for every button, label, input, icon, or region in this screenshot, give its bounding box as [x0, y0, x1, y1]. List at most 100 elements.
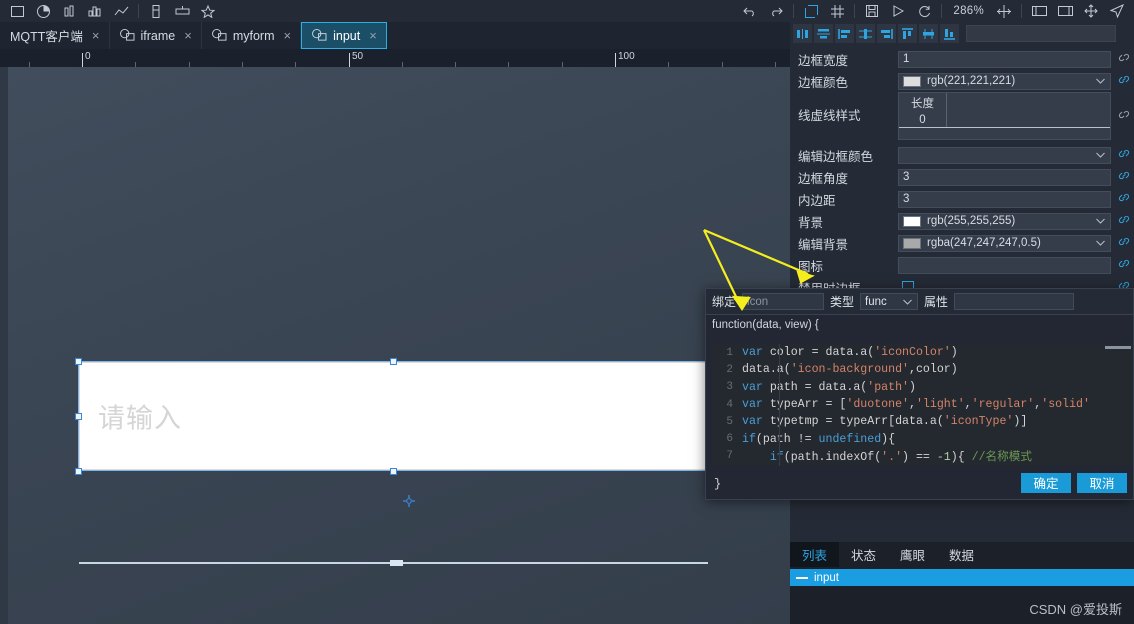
- property-field[interactable]: rgb(255,255,255): [898, 212, 1111, 230]
- tab-iframe[interactable]: iframe ×: [110, 22, 202, 49]
- slider-icon[interactable]: [169, 1, 195, 21]
- align-top-icon[interactable]: [898, 24, 917, 43]
- code-line: 2 data.a('icon-background',color): [712, 361, 1133, 378]
- property-field[interactable]: 1: [898, 50, 1111, 68]
- fit-width-icon[interactable]: [1026, 1, 1052, 21]
- line-number: 5: [726, 415, 733, 428]
- code-area[interactable]: 1 var color = data.a('iconColor') 2 data.a(…: [712, 344, 1133, 466]
- bottom-tab-状态[interactable]: 状态: [839, 542, 888, 567]
- code-scrollbar-thumb[interactable]: [1105, 346, 1131, 349]
- function-signature: function(data, view) {: [706, 315, 1133, 334]
- tab-close-icon[interactable]: ×: [184, 28, 192, 43]
- link-toggle[interactable]: [1114, 72, 1134, 90]
- rotation-anchor-icon[interactable]: [403, 494, 415, 507]
- code-line: 1 var color = data.a('iconColor'): [712, 344, 1133, 361]
- column-chart-icon[interactable]: [82, 1, 108, 21]
- property-field[interactable]: 3: [898, 190, 1111, 208]
- attr-input[interactable]: [954, 293, 1075, 310]
- property-field[interactable]: rgba(247,247,247,0.5): [898, 234, 1111, 252]
- link-toggle[interactable]: [1114, 256, 1134, 274]
- color-swatch[interactable]: [903, 75, 921, 87]
- play-icon[interactable]: [885, 1, 911, 21]
- color-swatch[interactable]: [903, 215, 921, 227]
- line-number: 3: [726, 381, 733, 394]
- vertical-ruler[interactable]: [0, 67, 8, 624]
- property-label: 图标: [798, 259, 824, 274]
- tab-input[interactable]: input ×: [301, 22, 387, 49]
- canvas-horizontal-scrollbar[interactable]: [79, 560, 708, 567]
- chain-broken-icon: [1118, 53, 1130, 62]
- tab-close-icon[interactable]: ×: [284, 28, 292, 43]
- tab-myform[interactable]: myform ×: [202, 22, 302, 49]
- design-canvas[interactable]: 请输入: [0, 67, 790, 624]
- tab-bar: MQTT客户端 × iframe × myform × input ×: [0, 22, 790, 49]
- code-text: var typeArr = ['duotone','light','regula…: [742, 398, 1090, 412]
- line-chart-icon[interactable]: [108, 1, 134, 21]
- align-extra-field[interactable]: [966, 25, 1116, 42]
- toolbar-right-group: 286%: [737, 0, 1130, 22]
- rect-icon[interactable]: [4, 1, 30, 21]
- align-bottom-icon[interactable]: [940, 24, 959, 43]
- code-lines: 1 var color = data.a('iconColor') 2 data.a(…: [712, 344, 1133, 466]
- property-field[interactable]: [898, 256, 1111, 274]
- bar-chart-icon[interactable]: [56, 1, 82, 21]
- align-middle-horizontal-icon[interactable]: [814, 24, 833, 43]
- link-toggle[interactable]: [1114, 212, 1134, 230]
- tab-MQTT客户端[interactable]: MQTT客户端 ×: [0, 22, 110, 49]
- ruler-label: 0: [85, 51, 91, 62]
- property-field[interactable]: [898, 146, 1111, 164]
- property-row: 编辑背景 rgba(247,247,247,0.5): [790, 232, 1134, 254]
- center-icon[interactable]: [991, 1, 1017, 21]
- property-field[interactable]: rgb(221,221,221): [898, 72, 1111, 90]
- input-widget[interactable]: 请输入: [79, 362, 707, 470]
- align-right-icon[interactable]: [877, 24, 896, 43]
- star-icon[interactable]: [195, 1, 221, 21]
- move-icon[interactable]: [1078, 1, 1104, 21]
- horizontal-ruler[interactable]: 0 50 100: [0, 49, 790, 67]
- distribute-vertical-icon[interactable]: [856, 24, 875, 43]
- property-field[interactable]: 3: [898, 168, 1111, 186]
- distribute-horizontal-icon[interactable]: [919, 24, 938, 43]
- refresh-icon[interactable]: [911, 1, 937, 21]
- bottom-tab-数据[interactable]: 数据: [937, 542, 986, 567]
- redo-icon[interactable]: [763, 1, 789, 21]
- link-toggle[interactable]: [1114, 50, 1134, 68]
- align-toolbar: [790, 22, 1134, 45]
- list-item[interactable]: input: [790, 569, 1134, 586]
- tab-close-icon[interactable]: ×: [369, 28, 377, 43]
- cancel-button[interactable]: 取消: [1077, 472, 1127, 493]
- bottom-tab-鹰眼[interactable]: 鹰眼: [888, 542, 937, 567]
- gauge-icon[interactable]: [143, 1, 169, 21]
- type-select[interactable]: func: [860, 293, 919, 310]
- undo-icon[interactable]: [737, 1, 763, 21]
- link-toggle[interactable]: [1114, 92, 1134, 140]
- code-indent-guide: [779, 344, 780, 466]
- bottom-tab-列表[interactable]: 列表: [790, 542, 840, 567]
- link-toggle[interactable]: [1114, 234, 1134, 252]
- confirm-button[interactable]: 确定: [1021, 472, 1071, 493]
- bind-input[interactable]: icon: [742, 293, 825, 310]
- grid-icon[interactable]: [824, 1, 850, 21]
- dash-length-value[interactable]: 0: [899, 114, 946, 126]
- dash-style-editor[interactable]: 长度 0: [898, 92, 1111, 140]
- chain-icon: [1118, 215, 1130, 224]
- color-swatch[interactable]: [903, 237, 921, 249]
- scrollbar-thumb[interactable]: [390, 560, 403, 566]
- dash-length-header: 长度: [911, 98, 934, 110]
- tab-label: iframe: [140, 28, 176, 43]
- align-left-icon[interactable]: [835, 24, 854, 43]
- link-toggle[interactable]: [1114, 168, 1134, 186]
- property-label: 内边距: [798, 193, 836, 208]
- link-toggle[interactable]: [1114, 190, 1134, 208]
- link-toggle[interactable]: [1114, 146, 1134, 164]
- save-icon[interactable]: [859, 1, 885, 21]
- pie-chart-icon[interactable]: [30, 1, 56, 21]
- crop-icon[interactable]: [798, 1, 824, 21]
- code-line: 3 var path = data.a('path'): [712, 379, 1133, 396]
- tab-close-icon[interactable]: ×: [92, 28, 100, 43]
- align-center-vertical-icon[interactable]: [793, 24, 812, 43]
- fit-screen-icon[interactable]: [1052, 1, 1078, 21]
- property-label: 边框宽度: [798, 53, 849, 68]
- send-icon[interactable]: [1104, 1, 1130, 21]
- zoom-level[interactable]: 286%: [946, 5, 991, 17]
